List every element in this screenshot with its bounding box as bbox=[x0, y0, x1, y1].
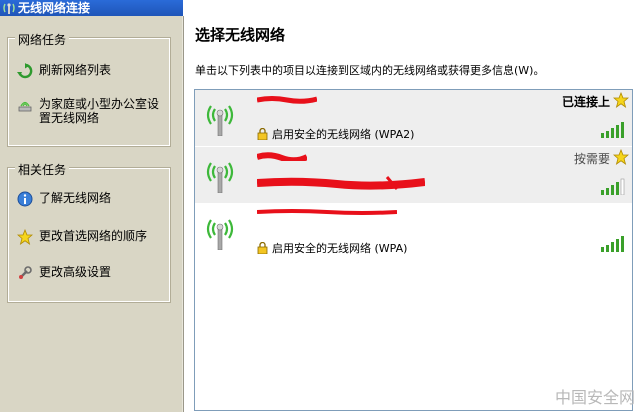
preferred-star-icon bbox=[613, 149, 629, 165]
instructions-text: 单击以下列表中的项目以连接到区域内的无线网络或获得更多信息(W)。 bbox=[195, 64, 545, 77]
title-bar: 无线网络连接 bbox=[0, 0, 644, 16]
security-info-redacted bbox=[257, 176, 425, 190]
change-advanced-settings-link[interactable]: 更改高级设置 bbox=[17, 265, 167, 281]
wireless-network-icon bbox=[206, 162, 234, 193]
network-list[interactable]: 已连接上 启用安全的无线网络 (WPA2) 按需要 启用安全的无线网络 (WPA… bbox=[194, 89, 633, 411]
main-pane: 选择无线网络 单击以下列表中的项目以连接到区域内的无线网络或获得更多信息(W)。… bbox=[183, 16, 644, 412]
learn-wireless-link[interactable]: 了解无线网络 bbox=[17, 191, 167, 207]
setup-wireless-network-link[interactable]: 为家庭或小型办公室设 置无线网络 bbox=[17, 97, 167, 125]
security-label: 启用安全的无线网络 (WPA2) bbox=[272, 128, 415, 141]
network-status: 按需要 bbox=[573, 152, 610, 166]
task-pane: 网络任务 刷新网络列表 为家庭或小型办公室设 置无线网络 相关任务 了解无线网络… bbox=[0, 16, 182, 412]
setup-wizard-icon bbox=[18, 101, 32, 112]
lock-icon bbox=[257, 128, 268, 140]
change-advanced-settings-label: 更改高级设置 bbox=[39, 265, 112, 279]
change-preferred-order-label: 更改首选网络的顺序 bbox=[39, 229, 148, 243]
refresh-network-list-label: 刷新网络列表 bbox=[39, 63, 112, 77]
change-preferred-order-link[interactable]: 更改首选网络的顺序 bbox=[17, 229, 167, 245]
learn-wireless-label: 了解无线网络 bbox=[39, 191, 112, 205]
wireless-icon bbox=[3, 3, 15, 14]
network-name-redacted bbox=[257, 209, 397, 215]
star-icon bbox=[17, 229, 33, 245]
watermark: 中国安全网 bbox=[554, 388, 635, 407]
related-tasks-group: 相关任务 了解无线网络 更改首选网络的顺序 更改高级设置 bbox=[7, 161, 171, 303]
network-name-redacted bbox=[257, 96, 317, 104]
network-status: 已连接上 bbox=[561, 95, 610, 109]
settings-icon bbox=[19, 266, 32, 279]
security-info: 启用安全的无线网络 (WPA2) bbox=[257, 126, 414, 142]
signal-strength-icon bbox=[601, 236, 624, 252]
setup-wireless-network-label: 为家庭或小型办公室设 置无线网络 bbox=[39, 97, 160, 125]
refresh-network-list-link[interactable]: 刷新网络列表 bbox=[17, 63, 167, 79]
network-tasks-group: 网络任务 刷新网络列表 为家庭或小型办公室设 置无线网络 bbox=[7, 31, 171, 147]
signal-strength-icon bbox=[601, 122, 624, 138]
window-title: 无线网络连接 bbox=[18, 1, 91, 15]
signal-strength-icon bbox=[601, 178, 625, 195]
page-title: 选择无线网络 bbox=[195, 26, 286, 44]
network-item-on-demand[interactable]: 按需要 bbox=[195, 147, 632, 203]
related-tasks-title: 相关任务 bbox=[15, 161, 70, 178]
network-item-connected[interactable]: 已连接上 启用安全的无线网络 (WPA2) bbox=[195, 90, 632, 146]
wireless-network-window: 无线网络连接 网络任务 刷新网络列表 为家庭或小型办公室设 置无线网络 相关任务… bbox=[0, 0, 644, 412]
preferred-star-icon bbox=[613, 92, 629, 108]
info-icon bbox=[17, 191, 33, 207]
network-item[interactable]: 启用安全的无线网络 (WPA) bbox=[195, 204, 632, 260]
wireless-network-icon bbox=[206, 105, 234, 136]
network-tasks-title: 网络任务 bbox=[15, 31, 70, 48]
network-name-redacted bbox=[257, 152, 307, 161]
security-info: 启用安全的无线网络 (WPA) bbox=[257, 240, 407, 256]
security-label: 启用安全的无线网络 (WPA) bbox=[272, 242, 408, 255]
lock-icon bbox=[257, 242, 268, 254]
refresh-icon bbox=[17, 63, 33, 79]
wireless-network-icon bbox=[206, 219, 234, 250]
